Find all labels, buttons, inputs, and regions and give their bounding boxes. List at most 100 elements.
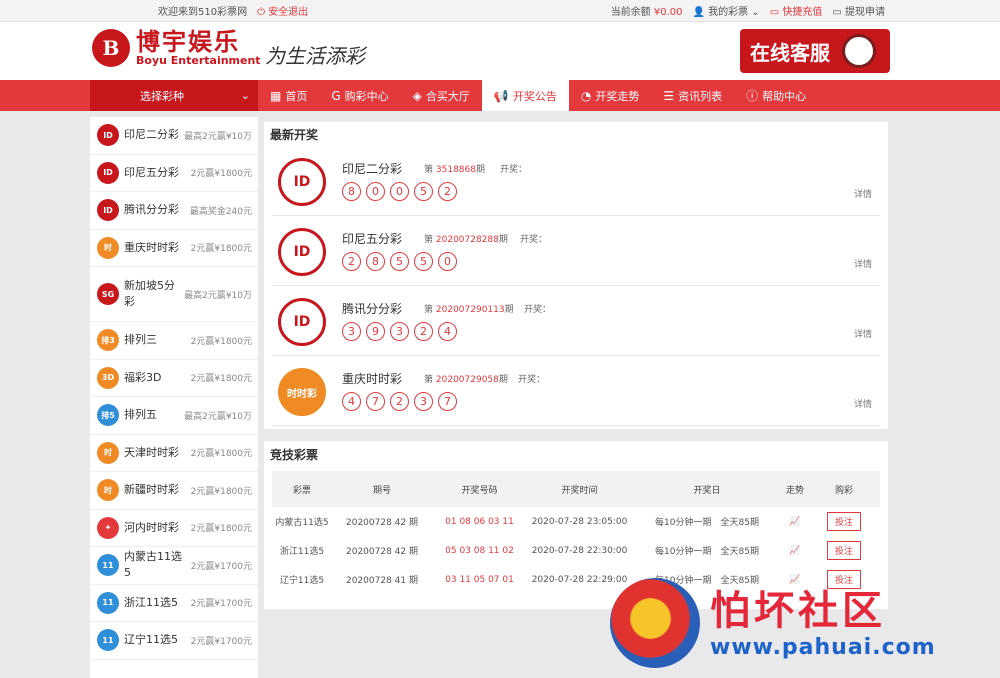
- draw-row: ID 印尼二分彩 第 3518868期 开奖： 8 0 0 5 2 详情: [272, 146, 880, 216]
- lottery-sidebar: ID 印尼二分彩 最高2元赢¥10万 ID 印尼五分彩 2元赢¥1800元 ID 腾讯分分…: [90, 117, 258, 678]
- nav-draw-notice[interactable]: 📢 开奖公告: [481, 80, 569, 111]
- nav-buy-center[interactable]: G 购彩中心: [319, 80, 400, 111]
- lottery-icon: ID: [97, 161, 119, 184]
- sidebar-item[interactable]: 排5 排列五 最高2元赢¥10万: [90, 397, 258, 435]
- bet-button[interactable]: 投注: [826, 541, 861, 560]
- chevron-down-icon: ⌄: [240, 89, 250, 102]
- g-icon: G: [331, 88, 341, 103]
- lottery-icon: ID: [97, 199, 119, 222]
- logout-link[interactable]: ⏻ 安全退出: [257, 3, 308, 18]
- number-ball: 4: [438, 322, 457, 341]
- megaphone-icon: 📢: [493, 88, 509, 103]
- nav-help[interactable]: ⓘ 帮助中心: [734, 80, 818, 111]
- latest-draws-panel: 最新开奖 ID 印尼二分彩 第 3518868期 开奖： 8 0 0 5 2 详…: [264, 122, 888, 429]
- sidebar-item[interactable]: 11 浙江11选5 2元赢¥1700元: [90, 585, 258, 622]
- sidebar-item[interactable]: 11 内蒙古11选5 2元赢¥1700元: [90, 547, 258, 585]
- main-nav: 选择彩种 ⌄ ▦ 首页 G 购彩中心 ◈ 合买大厅 📢 开奖公告 ◔ 开奖走势 ☰ 资讯列表 …: [0, 80, 1000, 111]
- draw-balls: 4 7 2 3 7: [342, 392, 457, 411]
- detail-link[interactable]: 详情: [854, 327, 872, 340]
- detail-link[interactable]: 详情: [854, 187, 872, 200]
- draw-row: 时时彩 重庆时时彩 第 20200729058期 开奖： 4 7 2 3 7 详…: [272, 356, 880, 426]
- lottery-icon: 11: [97, 629, 119, 652]
- nav-trend[interactable]: ◔ 开奖走势: [569, 80, 651, 111]
- trend-chart-icon[interactable]: 📈: [782, 536, 808, 565]
- draw-balls: 3 9 3 2 4: [342, 322, 457, 341]
- number-ball: 3: [390, 322, 409, 341]
- list-icon: ☰: [663, 88, 675, 103]
- draw-open-label: 开奖：: [524, 305, 552, 315]
- cell-lottery: 辽宁11选5: [279, 576, 325, 586]
- col-bet: 购彩: [808, 471, 880, 507]
- recharge-link[interactable]: ▭ 快捷充值: [770, 3, 823, 18]
- sidebar-item[interactable]: ✦ 河内时时彩 2元赢¥1800元: [90, 510, 258, 547]
- sidebar-item[interactable]: 11 辽宁11选5 2元赢¥1700元: [90, 622, 258, 660]
- site-logo[interactable]: B 博宇娱乐 Boyu Entertainment: [92, 29, 261, 67]
- withdraw-link[interactable]: ▭ 提现申请: [832, 3, 885, 18]
- cell-numbers: 03 11 05 07 01: [445, 574, 514, 585]
- slogan: 为生活添彩: [265, 44, 365, 68]
- number-ball: 0: [438, 252, 457, 271]
- detail-link[interactable]: 详情: [854, 257, 872, 270]
- lottery-icon: 排5: [97, 404, 119, 427]
- col-period: 期号: [332, 471, 432, 507]
- draw-row: ID 印尼五分彩 第 20200728288期 开奖： 2 8 5 5 0 详情: [272, 216, 880, 286]
- sidebar-item[interactable]: 时天津时时彩 2元赢¥1800元: [90, 435, 258, 472]
- cell-schedule: 每10分钟一期 全天85期: [655, 518, 759, 528]
- logo-en: Boyu Entertainment: [136, 54, 261, 67]
- sidebar-item[interactable]: ID 腾讯分分彩 最高奖金240元: [90, 192, 258, 230]
- cell-schedule: 每10分钟一期 全天85期: [655, 547, 759, 557]
- latest-draws-title: 最新开奖: [270, 128, 319, 142]
- col-lottery: 彩票: [272, 471, 332, 507]
- lottery-logo-icon: ID: [278, 298, 326, 346]
- home-icon: ▦: [270, 88, 282, 103]
- lottery-icon: 11: [97, 591, 119, 614]
- number-ball: 2: [390, 392, 409, 411]
- help-icon: ⓘ: [746, 89, 759, 103]
- draw-name: 印尼二分彩: [342, 162, 403, 176]
- lottery-icon: 3D: [97, 366, 119, 389]
- sidebar-item[interactable]: 时重庆时时彩 2元赢¥1800元: [90, 230, 258, 267]
- draw-open-label: 开奖：: [518, 375, 546, 385]
- number-ball: 2: [438, 182, 457, 201]
- draw-balls: 8 0 0 5 2: [342, 182, 457, 201]
- table-row: 内蒙古11选5 20200728 42 期 01 08 06 03 11 202…: [272, 507, 880, 536]
- detail-link[interactable]: 详情: [854, 397, 872, 410]
- lottery-logo-icon: ID: [278, 158, 326, 206]
- draw-period: 第 3518868期: [424, 165, 485, 175]
- sidebar-item[interactable]: 时新疆时时彩 2元赢¥1800元: [90, 472, 258, 510]
- lottery-logo-icon: 时时彩: [278, 368, 326, 416]
- sidebar-item[interactable]: SG 新加坡5分彩 最高2元赢¥10万: [90, 267, 258, 322]
- draw-name: 腾讯分分彩: [342, 302, 403, 316]
- cell-period: 20200728 42 期: [346, 518, 418, 528]
- lottery-select[interactable]: 选择彩种 ⌄: [90, 80, 258, 111]
- nav-home[interactable]: ▦ 首页: [258, 80, 319, 111]
- bet-button[interactable]: 投注: [826, 512, 861, 531]
- lottery-logo-icon: ID: [278, 228, 326, 276]
- lottery-icon: ✦: [97, 516, 119, 539]
- watermark: 怕坏社区 www.pahuai.com: [610, 573, 990, 673]
- sidebar-item[interactable]: 3D 福彩3D 2元赢¥1800元: [90, 360, 258, 397]
- number-ball: 5: [390, 252, 409, 271]
- top-bar: 欢迎来到510彩票网 ⏻ 安全退出 当前余额 ¥0.00 👤 我的彩票 ⌄ ▭ …: [0, 0, 1000, 22]
- cell-lottery: 浙江11选5: [279, 547, 325, 557]
- draw-period: 第 20200728288期: [424, 235, 508, 245]
- draw-period: 第 20200729058期: [424, 375, 508, 385]
- sidebar-item[interactable]: ID 印尼五分彩 2元赢¥1800元: [90, 155, 258, 192]
- draw-name: 印尼五分彩: [342, 232, 403, 246]
- nav-group-buy[interactable]: ◈ 合买大厅: [401, 80, 482, 111]
- trend-chart-icon[interactable]: 📈: [782, 507, 808, 536]
- col-schedule: 开奖日: [632, 471, 782, 507]
- watermark-url: www.pahuai.com: [710, 634, 936, 660]
- my-lottery-menu[interactable]: 👤 我的彩票 ⌄: [693, 3, 760, 18]
- number-ball: 5: [414, 182, 433, 201]
- welcome-text: 欢迎来到510彩票网: [158, 7, 248, 18]
- number-ball: 3: [342, 322, 361, 341]
- lottery-icon: 时: [97, 479, 119, 502]
- cell-bet: 投注: [808, 507, 880, 536]
- lottery-icon: 时: [97, 236, 119, 259]
- nav-news[interactable]: ☰ 资讯列表: [651, 80, 734, 111]
- sidebar-item[interactable]: ID 印尼二分彩 最高2元赢¥10万: [90, 117, 258, 155]
- sidebar-item[interactable]: 排3 排列三 2元赢¥1800元: [90, 322, 258, 360]
- lottery-icon: 排3: [97, 329, 119, 352]
- customer-service-button[interactable]: 在线客服: [740, 29, 890, 73]
